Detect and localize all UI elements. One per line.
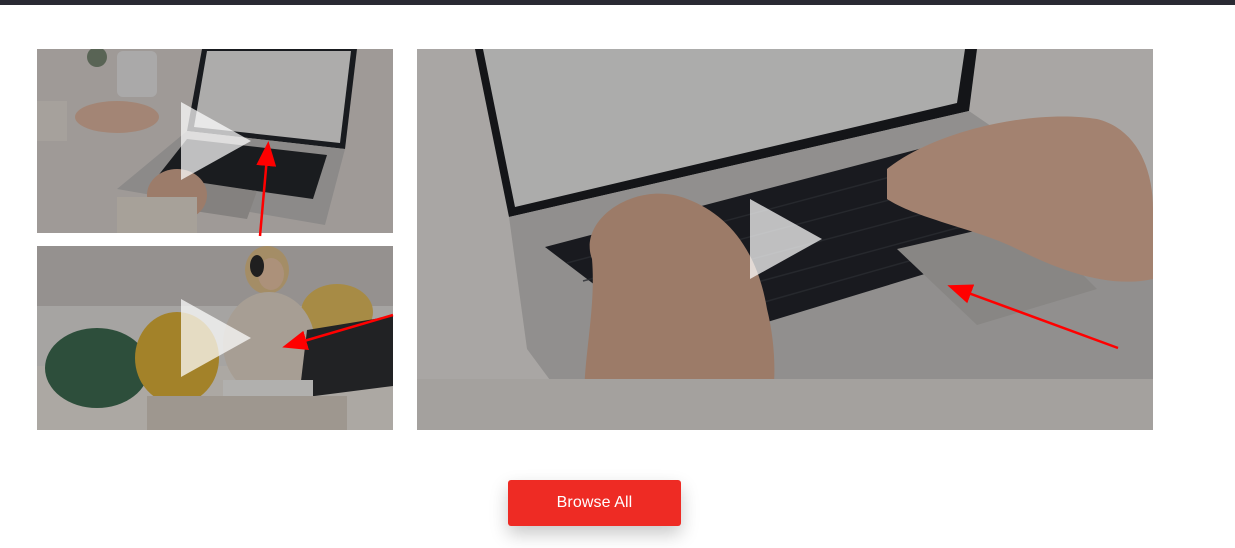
browse-all-button[interactable]: Browse All: [508, 480, 681, 526]
play-icon[interactable]: [181, 299, 251, 377]
video-thumbnail-woman-couch[interactable]: [37, 246, 393, 430]
top-bar: [0, 0, 1235, 5]
video-thumbnail-hands-typing[interactable]: [417, 49, 1153, 430]
video-thumbnail-laptop-desk[interactable]: [37, 49, 393, 233]
play-icon[interactable]: [181, 102, 251, 180]
play-icon[interactable]: [750, 199, 822, 279]
